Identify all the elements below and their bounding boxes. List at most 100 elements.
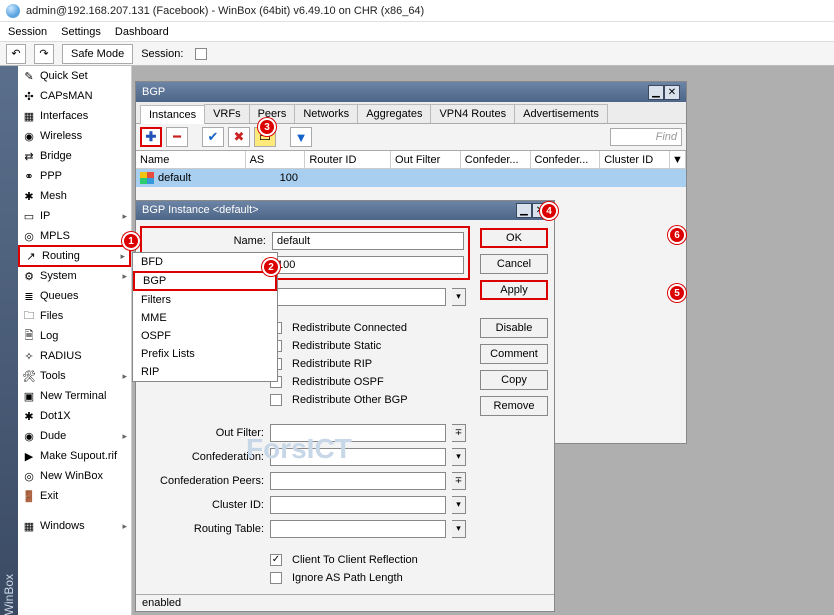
sidebar-item-windows[interactable]: ▦Windows▸ xyxy=(18,516,131,536)
bgp-window-titlebar[interactable]: BGP ▁ ✕ xyxy=(136,82,686,102)
sidebar-item-bridge[interactable]: ⇄Bridge xyxy=(18,146,131,166)
sidebar-item-dude[interactable]: ◉Dude▸ xyxy=(18,426,131,446)
comment-button[interactable]: Comment xyxy=(480,344,548,364)
tab-instances[interactable]: Instances xyxy=(140,105,205,124)
redo-button[interactable]: ↷ xyxy=(34,44,54,64)
submenu-prefixlists[interactable]: Prefix Lists xyxy=(133,345,277,363)
close-button[interactable]: ✕ xyxy=(664,85,680,100)
menu-settings[interactable]: Settings xyxy=(61,26,101,38)
redist-otherbgp-checkbox[interactable] xyxy=(270,394,282,406)
safe-mode-button[interactable]: Safe Mode xyxy=(62,44,133,64)
as-input[interactable]: 100 xyxy=(272,256,464,274)
name-input[interactable]: default xyxy=(272,232,464,250)
find-input[interactable]: Find xyxy=(610,128,682,146)
sidebar-item-log[interactable]: 🗎Log xyxy=(18,326,131,346)
ip-icon: ▭ xyxy=(22,209,36,223)
step-4-badge: 4 xyxy=(540,202,558,220)
confed-input[interactable] xyxy=(270,448,446,466)
sidebar-item-supout[interactable]: ▶Make Supout.rif xyxy=(18,446,131,466)
confed-peers-dd[interactable]: ∓ xyxy=(452,472,466,490)
disable-button[interactable]: Disable xyxy=(480,318,548,338)
submenu-bfd[interactable]: BFD xyxy=(133,253,277,271)
step-2-badge: 2 xyxy=(262,258,280,276)
sidebar-item-tools[interactable]: 🛠Tools▸ xyxy=(18,366,131,386)
col-routerid[interactable]: Router ID xyxy=(305,151,391,168)
sidebar-item-routing[interactable]: ↗Routing▸ xyxy=(18,245,131,267)
ppp-icon: ⚭ xyxy=(22,169,36,183)
confed-dd[interactable]: ▾ xyxy=(452,448,466,466)
menu-bar: Session Settings Dashboard xyxy=(0,22,834,42)
tab-vpn4[interactable]: VPN4 Routes xyxy=(430,104,515,123)
sidebar-label: Wireless xyxy=(40,130,82,142)
sidebar-item-system[interactable]: ⚙System▸ xyxy=(18,266,131,286)
add-button[interactable]: ✚ xyxy=(140,127,162,147)
minimize-button[interactable]: ▁ xyxy=(648,85,664,100)
sidebar-item-quickset[interactable]: ✎Quick Set xyxy=(18,66,131,86)
sidebar-item-capsman[interactable]: ✣CAPsMAN xyxy=(18,86,131,106)
col-outfilter[interactable]: Out Filter xyxy=(391,151,461,168)
confed-peers-label: Confederation Peers: xyxy=(144,475,264,487)
sidebar-item-ip[interactable]: ▭IP▸ xyxy=(18,206,131,226)
col-confed2[interactable]: Confeder... xyxy=(531,151,601,168)
routerid-dropdown[interactable]: ▾ xyxy=(452,288,466,306)
routingtable-input[interactable] xyxy=(270,520,446,538)
sidebar-item-queues[interactable]: ≣Queues xyxy=(18,286,131,306)
minimize-button[interactable]: ▁ xyxy=(516,203,532,218)
routingtable-dd[interactable]: ▾ xyxy=(452,520,466,538)
table-row[interactable]: default 100 xyxy=(136,169,686,187)
sidebar-item-interfaces[interactable]: ▦Interfaces xyxy=(18,106,131,126)
remove-button[interactable]: ━ xyxy=(166,127,188,147)
disable-button[interactable]: ✖ xyxy=(228,127,250,147)
clusterid-input[interactable] xyxy=(270,496,446,514)
tab-advertisements[interactable]: Advertisements xyxy=(514,104,608,123)
col-confed1[interactable]: Confeder... xyxy=(461,151,531,168)
enable-button[interactable]: ✔ xyxy=(202,127,224,147)
sidebar-item-mpls[interactable]: ◎MPLS▸ xyxy=(18,226,131,246)
sidebar-item-newwinbox[interactable]: ◎New WinBox xyxy=(18,466,131,486)
tab-aggregates[interactable]: Aggregates xyxy=(357,104,431,123)
undo-button[interactable]: ↶ xyxy=(6,44,26,64)
sidebar-item-files[interactable]: 🗀Files xyxy=(18,306,131,326)
col-as[interactable]: AS xyxy=(246,151,306,168)
clusterid-dd[interactable]: ▾ xyxy=(452,496,466,514)
ignore-aspath-checkbox[interactable] xyxy=(270,572,282,584)
menu-dashboard[interactable]: Dashboard xyxy=(115,26,169,38)
col-name[interactable]: Name xyxy=(136,151,246,168)
sidebar-item-ppp[interactable]: ⚭PPP xyxy=(18,166,131,186)
submenu-bgp[interactable]: BGP xyxy=(133,271,277,291)
chevron-right-icon: ▸ xyxy=(122,431,127,442)
outfilter-dd[interactable]: ∓ xyxy=(452,424,466,442)
ctc-reflection-checkbox[interactable] xyxy=(270,554,282,566)
submenu-ospf[interactable]: OSPF xyxy=(133,327,277,345)
ok-button[interactable]: OK xyxy=(480,228,548,248)
confed-peers-input[interactable] xyxy=(270,472,446,490)
cancel-button[interactable]: Cancel xyxy=(480,254,548,274)
col-menu[interactable]: ▼ xyxy=(670,151,686,168)
copy-button[interactable]: Copy xyxy=(480,370,548,390)
sidebar-item-newterminal[interactable]: ▣New Terminal xyxy=(18,386,131,406)
submenu-rip[interactable]: RIP xyxy=(133,363,277,381)
col-clusterid[interactable]: Cluster ID xyxy=(600,151,670,168)
tab-vrfs[interactable]: VRFs xyxy=(204,104,250,123)
sidebar-item-mesh[interactable]: ✱Mesh xyxy=(18,186,131,206)
mpls-icon: ◎ xyxy=(22,229,36,243)
bgp-grid: Name AS Router ID Out Filter Confeder...… xyxy=(136,150,686,187)
sidebar-label: Windows xyxy=(40,520,85,532)
submenu-mme[interactable]: MME xyxy=(133,309,277,327)
sidebar-item-dot1x[interactable]: ✱Dot1X xyxy=(18,406,131,426)
instance-titlebar[interactable]: BGP Instance <default> ▁ ✕ xyxy=(136,201,554,220)
redist-connected-label: Redistribute Connected xyxy=(292,322,407,334)
remove-button-dialog[interactable]: Remove xyxy=(480,396,548,416)
session-checkbox[interactable] xyxy=(195,48,207,60)
routerid-input[interactable] xyxy=(270,288,446,306)
submenu-filters[interactable]: Filters xyxy=(133,291,277,309)
sidebar-item-radius[interactable]: ✧RADIUS xyxy=(18,346,131,366)
filter-button[interactable]: ▼ xyxy=(290,127,312,147)
mesh-icon: ✱ xyxy=(22,189,36,203)
tab-networks[interactable]: Networks xyxy=(294,104,358,123)
sidebar-item-wireless[interactable]: ◉Wireless xyxy=(18,126,131,146)
outfilter-input[interactable] xyxy=(270,424,446,442)
sidebar-item-exit[interactable]: 🚪Exit xyxy=(18,486,131,506)
apply-button[interactable]: Apply xyxy=(480,280,548,300)
menu-session[interactable]: Session xyxy=(8,26,47,38)
